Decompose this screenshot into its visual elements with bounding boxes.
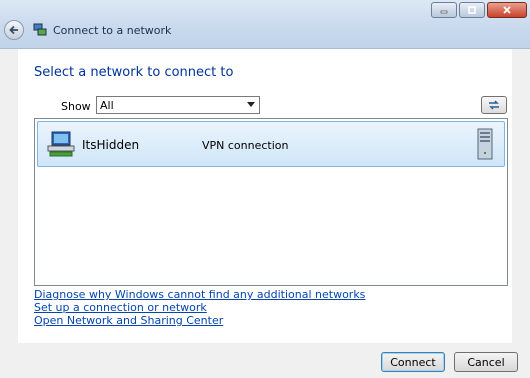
links-section: Diagnose why Windows cannot find any add… — [34, 288, 365, 327]
network-name: ItsHidden — [82, 138, 140, 152]
network-icon — [33, 23, 47, 36]
back-arrow-icon — [9, 25, 18, 35]
maximize-button[interactable] — [459, 2, 485, 18]
diagnose-link[interactable]: Diagnose why Windows cannot find any add… — [34, 288, 365, 301]
network-list[interactable]: ItsHidden VPN connection — [34, 118, 508, 286]
chevron-down-icon — [247, 102, 255, 107]
show-label: Show — [61, 100, 91, 113]
content-panel: Select a network to connect to Show All … — [18, 49, 512, 343]
connect-button[interactable]: Connect — [381, 352, 445, 372]
refresh-button[interactable] — [481, 96, 507, 114]
cancel-button[interactable]: Cancel — [454, 352, 518, 372]
caption-buttons — [431, 2, 527, 18]
window-title: Connect to a network — [53, 24, 172, 37]
back-button[interactable] — [4, 20, 24, 40]
network-type: VPN connection — [202, 139, 289, 152]
footer-bar: Connect Cancel — [0, 343, 530, 378]
title-bar: Connect to a network — [0, 0, 530, 49]
show-filter-select[interactable]: All — [96, 96, 260, 114]
minimize-button[interactable] — [431, 2, 457, 18]
minimize-icon — [440, 10, 448, 14]
network-row-itshidden[interactable]: ItsHidden VPN connection — [37, 121, 505, 167]
close-button[interactable] — [487, 2, 527, 18]
show-filter-value: All — [100, 98, 114, 112]
refresh-icon — [489, 100, 499, 110]
server-icon — [477, 128, 493, 160]
computer-network-icon — [47, 131, 75, 157]
connect-network-window: Connect to a network Select a network to… — [0, 0, 530, 378]
maximize-icon — [468, 6, 476, 14]
close-icon — [503, 6, 511, 14]
sharing-center-link[interactable]: Open Network and Sharing Center — [34, 314, 365, 327]
setup-connection-link[interactable]: Set up a connection or network — [34, 301, 365, 314]
page-title: Select a network to connect to — [34, 65, 234, 80]
